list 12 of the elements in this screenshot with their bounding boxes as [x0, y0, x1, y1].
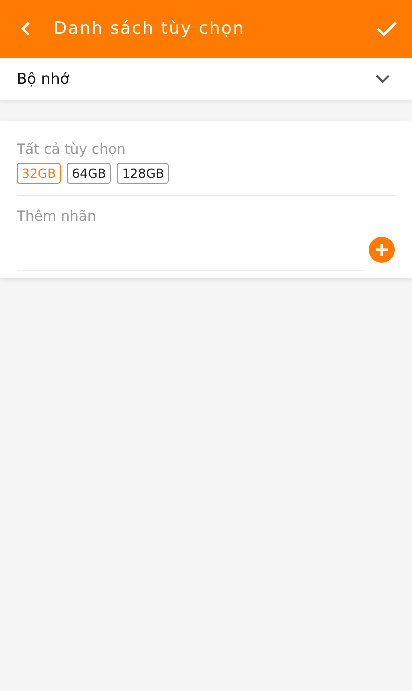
chevron-down-icon	[376, 74, 390, 84]
section-label: Tất cả tùy chọn	[17, 141, 127, 159]
checkmark-icon	[376, 20, 398, 38]
screen-title: Danh sách tùy chọn	[54, 19, 246, 39]
back-icon	[20, 21, 32, 37]
back-button[interactable]	[20, 21, 32, 37]
option-chip[interactable]: 64GB	[67, 163, 112, 184]
option-chip[interactable]: 128GB	[117, 163, 170, 184]
add-button[interactable]	[369, 237, 395, 263]
plus-icon	[376, 244, 388, 256]
category-dropdown[interactable]: Bộ nhớ	[0, 58, 412, 100]
confirm-button[interactable]	[376, 20, 398, 38]
